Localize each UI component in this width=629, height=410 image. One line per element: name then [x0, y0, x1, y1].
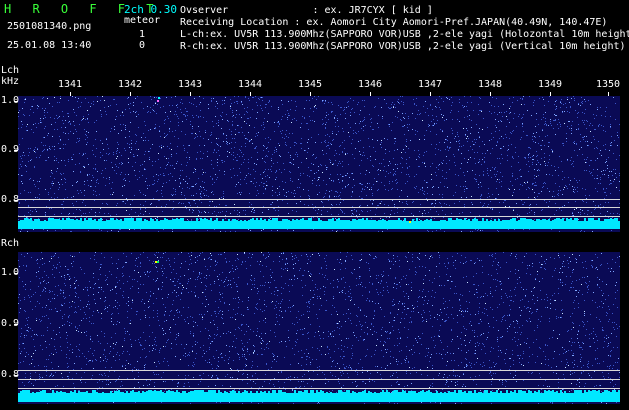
rch-label: Rch — [1, 238, 20, 249]
frequency-tick — [14, 273, 18, 274]
meteor-echo — [157, 261, 159, 263]
frequency-tick — [14, 375, 18, 376]
rch-spectrogram — [18, 252, 620, 404]
lch-label: Lch — [1, 65, 20, 76]
frequency-tick — [14, 150, 18, 151]
frequency-tick — [14, 200, 18, 201]
time-tick-label: 1341 — [58, 79, 83, 90]
time-tick-label: 1350 — [596, 79, 621, 90]
time-tick-label: 1344 — [238, 79, 263, 90]
time-tick-label: 1343 — [178, 79, 203, 90]
meteor-echo — [157, 100, 159, 102]
baseline-jitter — [20, 390, 620, 393]
image-filename: 2501081340.png — [7, 21, 92, 32]
lch-spectrogram — [18, 96, 620, 232]
khz-label: kHz — [1, 76, 20, 87]
observer-line: Ovserver : ex. JR7CYX [ kid ] — [180, 5, 433, 16]
meteor-echo — [409, 221, 411, 223]
time-tick-label: 1346 — [358, 79, 383, 90]
time-tick-label: 1342 — [118, 79, 143, 90]
lch-meteor-count: 1 — [139, 29, 146, 40]
datetime: 25.01.08 13:40 — [7, 40, 92, 51]
rch-info-line: R-ch:ex. UV5R 113.900Mhz(SAPPORO VOR)USB… — [180, 41, 626, 52]
time-tick-label: 1347 — [418, 79, 443, 90]
frequency-tick — [14, 324, 18, 325]
time-tick-label: 1348 — [478, 79, 503, 90]
time-tick-label: 1345 — [298, 79, 323, 90]
time-tick-label: 1349 — [538, 79, 563, 90]
location-line: Receiving Location : ex. Aomori City Aom… — [180, 17, 608, 28]
rch-meteor-count: 0 — [139, 40, 146, 51]
baseline-jitter — [20, 218, 618, 221]
meteor-label: meteor — [124, 15, 161, 26]
frequency-tick — [14, 101, 18, 102]
lch-info-line: L-ch:ex. UV5R 113.900Mhz(SAPPORO VOR)USB… — [180, 29, 629, 40]
app-version: 2ch 0.30 — [124, 3, 177, 16]
meteor-echo — [158, 97, 160, 99]
